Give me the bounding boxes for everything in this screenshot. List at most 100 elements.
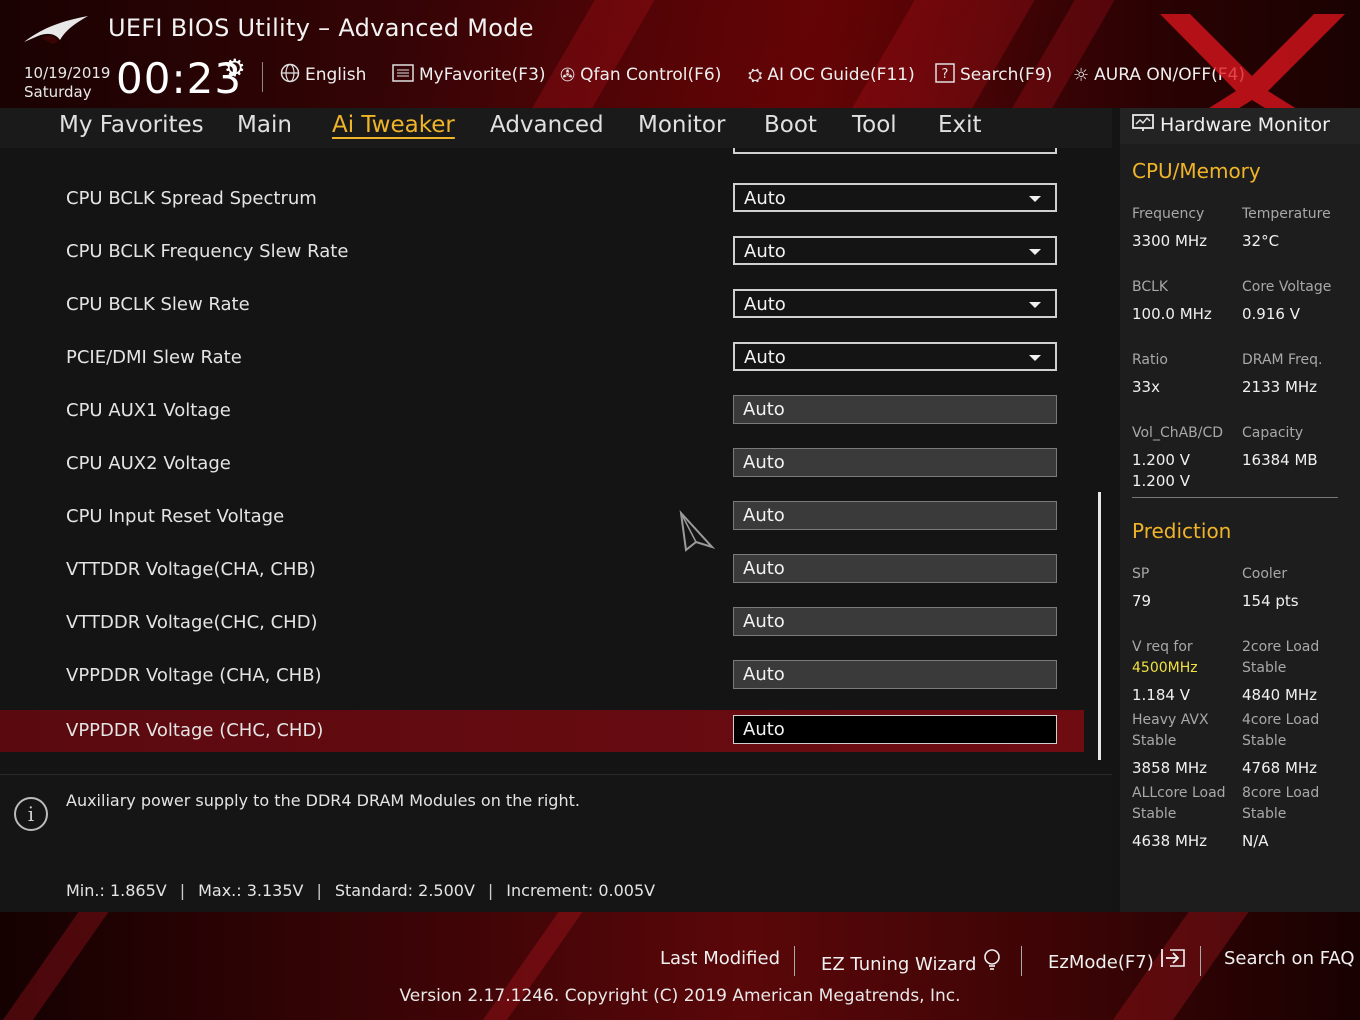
- limit-max: Max.: 3.135V: [198, 881, 304, 900]
- vol-ab-value: 1.200 V: [1132, 451, 1190, 469]
- settings-row[interactable]: CPU AUX2 Voltage Auto: [0, 443, 1084, 485]
- temperature-label: Temperature: [1242, 206, 1331, 222]
- setting-value: Auto: [743, 664, 785, 685]
- gear-icon[interactable]: ⚙: [224, 54, 246, 82]
- frequency-label: Frequency: [1132, 206, 1205, 222]
- qfan-control-button[interactable]: ✇ Qfan Control(F6): [560, 62, 721, 88]
- limit-standard: Standard: 2.500V: [334, 881, 475, 900]
- settings-row[interactable]: CPU BCLK Spread Spectrum Auto: [0, 178, 1084, 220]
- vreq-label: V req for: [1132, 639, 1193, 655]
- vol-cd-value: 1.200 V: [1132, 472, 1190, 490]
- settings-row-partial: [0, 148, 1084, 162]
- prediction-title: Prediction: [1132, 519, 1232, 543]
- setting-input[interactable]: Auto: [733, 395, 1057, 424]
- core8-label-stable: Stable: [1242, 806, 1287, 822]
- footer-bar: Last Modified EZ Tuning Wizard EzMode(F7…: [0, 912, 1360, 1020]
- settings-row[interactable]: VTTDDR Voltage(CHA, CHB) Auto: [0, 549, 1084, 591]
- setting-input-active[interactable]: Auto: [733, 715, 1057, 744]
- setting-dropdown[interactable]: Auto: [733, 342, 1057, 371]
- settings-row[interactable]: CPU BCLK Slew Rate Auto: [0, 284, 1084, 326]
- ratio-label: Ratio: [1132, 352, 1168, 368]
- vreq-value: 1.184 V: [1132, 686, 1190, 704]
- qfan-label: Qfan Control(F6): [580, 65, 722, 85]
- cpu-memory-title: CPU/Memory: [1132, 159, 1261, 183]
- avx-value: 3858 MHz: [1132, 759, 1208, 777]
- settings-row[interactable]: PCIE/DMI Slew Rate Auto: [0, 337, 1084, 379]
- setting-input[interactable]: Auto: [733, 554, 1057, 583]
- tab-monitor[interactable]: Monitor: [638, 112, 725, 138]
- info-icon: i: [14, 797, 48, 831]
- search-button[interactable]: ? Search(F9): [935, 62, 1052, 88]
- setting-value: Auto: [743, 611, 785, 632]
- favorites-list-icon: [392, 63, 414, 87]
- hardware-monitor-divider: [1132, 497, 1338, 498]
- setting-label: CPU AUX2 Voltage: [66, 453, 231, 474]
- setting-dropdown[interactable]: Auto: [733, 183, 1057, 212]
- sp-label: SP: [1132, 566, 1150, 582]
- bclk-value: 100.0 MHz: [1132, 305, 1212, 323]
- setting-label: CPU Input Reset Voltage: [66, 506, 285, 527]
- ai-oc-label: AI OC Guide(F11): [767, 65, 915, 85]
- vol-label: Vol_ChAB/CD: [1132, 425, 1224, 441]
- setting-value: Auto: [744, 188, 786, 209]
- list-scrollbar[interactable]: [1098, 492, 1101, 760]
- language-label: English: [305, 65, 367, 85]
- setting-label: PCIE/DMI Slew Rate: [66, 347, 242, 368]
- vreq-frequency: 4500MHz: [1132, 660, 1198, 676]
- core-voltage-value: 0.916 V: [1242, 305, 1300, 323]
- value-limits: Min.: 1.865V | Max.: 3.135V | Standard: 2.50…: [66, 881, 655, 900]
- footer-divider: [1021, 946, 1022, 976]
- tab-tool[interactable]: Tool: [852, 112, 897, 138]
- settings-row-selected[interactable]: VPPDDR Voltage (CHC, CHD) Auto: [0, 710, 1084, 752]
- rog-logo-icon: [24, 16, 88, 44]
- core2-label-stable: Stable: [1242, 660, 1287, 676]
- ez-mode-button[interactable]: EzMode(F7): [1048, 948, 1186, 973]
- setting-value: Auto: [744, 347, 786, 368]
- setting-dropdown[interactable]: Auto: [733, 289, 1057, 318]
- setting-dropdown[interactable]: Auto: [733, 236, 1057, 265]
- cooler-label: Cooler: [1242, 566, 1288, 582]
- search-on-faq-button[interactable]: Search on FAQ: [1224, 948, 1355, 969]
- last-modified-button[interactable]: Last Modified: [660, 948, 780, 969]
- ez-tuning-label: EZ Tuning Wizard: [821, 954, 977, 975]
- settings-row[interactable]: VTTDDR Voltage(CHC, CHD) Auto: [0, 602, 1084, 644]
- caret-down-icon: [1029, 355, 1041, 361]
- cooler-value: 154 pts: [1242, 592, 1299, 610]
- allcore-label-stable: Stable: [1132, 806, 1177, 822]
- setting-input[interactable]: Auto: [733, 501, 1057, 530]
- limit-increment: Increment: 0.005V: [506, 881, 656, 900]
- exit-arrow-icon: [1160, 948, 1186, 973]
- frequency-value: 3300 MHz: [1132, 232, 1208, 250]
- date-text: 10/19/2019: [24, 64, 111, 82]
- header-divider: [262, 62, 263, 92]
- core4-value: 4768 MHz: [1242, 759, 1318, 777]
- setting-label: VTTDDR Voltage(CHC, CHD): [66, 612, 318, 633]
- allcore-label: ALLcore Load: [1132, 785, 1226, 801]
- tab-my-favorites[interactable]: My Favorites: [59, 112, 204, 138]
- help-search-icon: ?: [935, 62, 955, 88]
- lightbulb-icon: [982, 948, 1002, 975]
- ai-oc-guide-button[interactable]: ⛭ AI OC Guide(F11): [748, 62, 915, 88]
- tab-main[interactable]: Main: [237, 112, 292, 138]
- settings-row[interactable]: CPU Input Reset Voltage Auto: [0, 496, 1084, 538]
- header-decoration: [839, 0, 1041, 108]
- core-voltage-label: Core Voltage: [1242, 279, 1332, 295]
- setting-input[interactable]: Auto: [733, 448, 1057, 477]
- language-button[interactable]: English: [280, 62, 366, 88]
- tab-exit[interactable]: Exit: [938, 112, 982, 138]
- main-nav-tabs: My Favorites Main Ai Tweaker Advanced Mo…: [0, 108, 1112, 148]
- myfavorite-button[interactable]: MyFavorite(F3): [392, 62, 546, 88]
- settings-row[interactable]: CPU BCLK Frequency Slew Rate Auto: [0, 231, 1084, 273]
- settings-row[interactable]: VPPDDR Voltage (CHA, CHB) Auto: [0, 655, 1084, 697]
- setting-value: Auto: [743, 505, 785, 526]
- setting-input[interactable]: Auto: [733, 660, 1057, 689]
- tab-advanced[interactable]: Advanced: [490, 112, 604, 138]
- tab-ai-tweaker[interactable]: Ai Tweaker: [332, 112, 455, 138]
- setting-label: CPU AUX1 Voltage: [66, 400, 231, 421]
- tab-boot[interactable]: Boot: [764, 112, 817, 138]
- caret-down-icon: [1029, 249, 1041, 255]
- settings-row[interactable]: CPU AUX1 Voltage Auto: [0, 390, 1084, 432]
- setting-input[interactable]: Auto: [733, 607, 1057, 636]
- ez-tuning-wizard-button[interactable]: EZ Tuning Wizard: [821, 948, 1002, 975]
- core4-label: 4core Load: [1242, 712, 1320, 728]
